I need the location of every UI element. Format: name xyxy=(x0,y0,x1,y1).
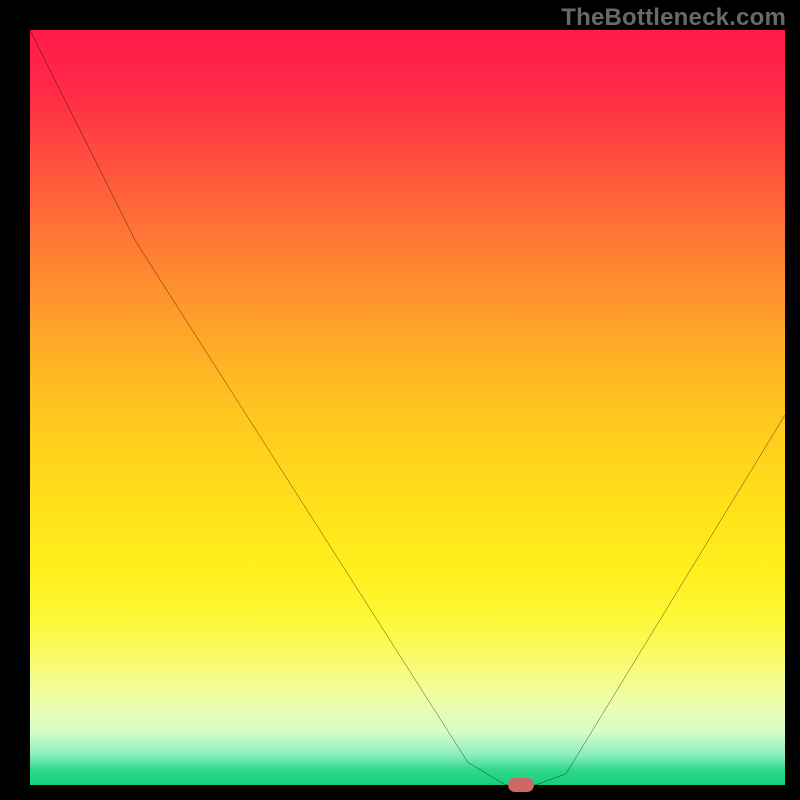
curve-path xyxy=(30,30,785,785)
chart-frame: TheBottleneck.com xyxy=(0,0,800,800)
plot-area xyxy=(30,30,785,785)
watermark-text: TheBottleneck.com xyxy=(561,4,786,32)
bottleneck-curve xyxy=(30,30,785,785)
bottleneck-marker xyxy=(508,778,534,792)
